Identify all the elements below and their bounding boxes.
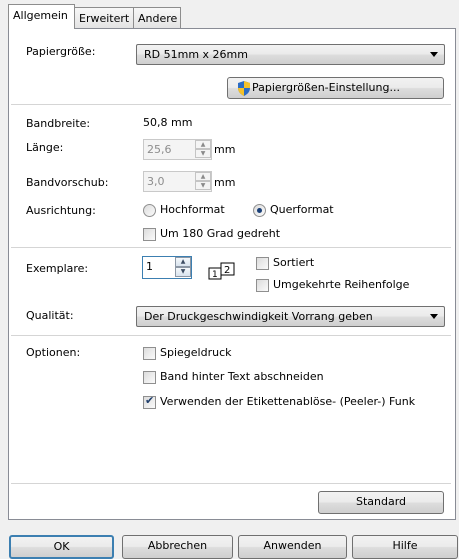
chevron-down-icon <box>430 314 438 319</box>
landscape-radio[interactable] <box>253 204 266 217</box>
cut-behind-text-checkbox[interactable] <box>143 371 156 384</box>
portrait-radio[interactable] <box>143 204 156 217</box>
tab-erweitert[interactable]: Erweitert <box>74 7 134 28</box>
reverse-order-label: Umgekehrte Reihenfolge <box>273 278 410 291</box>
feed-unit: mm <box>214 176 236 189</box>
paper-size-settings-label: Papiergrößen-Einstellung... <box>252 81 400 94</box>
paper-size-select[interactable]: RD 51mm x 26mm <box>136 44 445 65</box>
separator <box>11 335 451 336</box>
cut-behind-text-label: Band hinter Text abschneiden <box>160 370 324 383</box>
collate-1-2-icon: 1 2 <box>208 262 235 280</box>
landscape-label: Querformat <box>270 203 334 216</box>
svg-text:2: 2 <box>224 265 230 276</box>
spin-up-icon[interactable]: ▲ <box>195 172 211 181</box>
collate-checkbox[interactable] <box>256 257 269 270</box>
help-button[interactable]: Hilfe <box>352 535 458 559</box>
length-unit: mm <box>214 143 236 156</box>
length-label: Länge: <box>26 141 64 154</box>
spin-up-icon[interactable]: ▲ <box>195 140 211 149</box>
separator <box>11 104 451 105</box>
feed-label: Bandvorschub: <box>26 176 109 189</box>
tape-width-label: Bandbreite: <box>26 117 91 130</box>
feed-value: 3,0 <box>147 175 165 188</box>
rotate-180-checkbox[interactable] <box>143 228 156 241</box>
mirror-print-label: Spiegeldruck <box>160 346 232 359</box>
cancel-button[interactable]: Abbrechen <box>122 535 233 559</box>
quality-select[interactable]: Der Druckgeschwindigkeit Vorrang geben <box>136 306 445 327</box>
paper-size-value: RD 51mm x 26mm <box>144 48 248 61</box>
ok-button[interactable]: OK <box>9 535 114 559</box>
tab-andere[interactable]: Andere <box>133 7 181 28</box>
separator <box>11 483 451 484</box>
mirror-print-checkbox[interactable] <box>143 347 156 360</box>
length-value: 25,6 <box>147 143 172 156</box>
rotate-180-label: Um 180 Grad gedreht <box>160 227 281 240</box>
peeler-label: Verwenden der Etikettenablöse- (Peeler-)… <box>160 395 416 408</box>
length-stepper[interactable]: 25,6 ▲ ▼ <box>143 139 212 160</box>
separator <box>11 247 451 248</box>
paper-size-label: Papiergröße: <box>26 45 96 58</box>
svg-text:1: 1 <box>212 270 218 280</box>
quality-label: Qualität: <box>26 309 74 322</box>
spin-down-icon[interactable]: ▼ <box>195 181 211 190</box>
orientation-label: Ausrichtung: <box>26 204 96 217</box>
copies-value: 1 <box>146 260 153 273</box>
spin-up-icon[interactable]: ▲ <box>175 257 191 267</box>
spin-down-icon[interactable]: ▼ <box>195 149 211 158</box>
apply-button[interactable]: Anwenden <box>238 535 347 559</box>
feed-stepper[interactable]: 3,0 ▲ ▼ <box>143 171 212 192</box>
collate-label: Sortiert <box>273 256 315 269</box>
copies-stepper[interactable]: 1 ▲ ▼ <box>142 256 192 279</box>
portrait-label: Hochformat <box>160 203 225 216</box>
paper-size-settings-button[interactable]: Papiergrößen-Einstellung... <box>227 77 444 99</box>
tape-width-value: 50,8 mm <box>143 116 193 129</box>
tab-allgemein[interactable]: Allgemein <box>8 4 75 29</box>
copies-label: Exemplare: <box>26 262 89 275</box>
chevron-down-icon <box>430 52 438 57</box>
standard-button[interactable]: Standard <box>318 491 444 514</box>
options-label: Optionen: <box>26 346 81 359</box>
quality-value: Der Druckgeschwindigkeit Vorrang geben <box>144 310 373 323</box>
peeler-checkbox[interactable] <box>143 394 156 409</box>
reverse-order-checkbox[interactable] <box>256 279 269 292</box>
spin-down-icon[interactable]: ▼ <box>175 267 191 277</box>
uac-shield-icon <box>238 81 250 96</box>
